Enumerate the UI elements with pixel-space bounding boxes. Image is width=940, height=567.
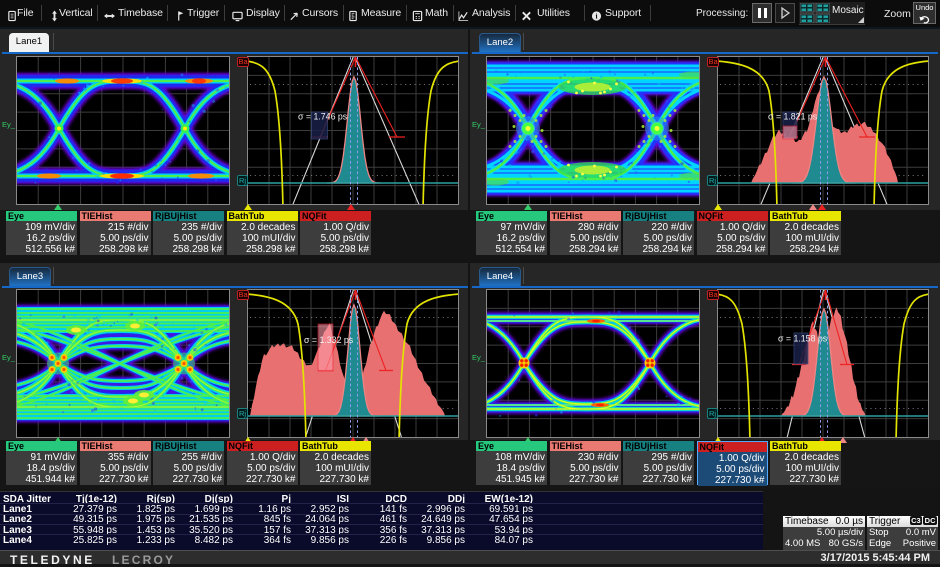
svg-text:σ = 1.332 ps: σ = 1.332 ps: [304, 335, 354, 345]
svg-text:σ = 1.158 ps: σ = 1.158 ps: [778, 334, 828, 344]
svg-text:σ = 1.746 ps: σ = 1.746 ps: [298, 112, 348, 122]
svg-text:σ = 1.821 ps: σ = 1.821 ps: [768, 112, 818, 122]
svg-text:i: i: [595, 11, 597, 20]
